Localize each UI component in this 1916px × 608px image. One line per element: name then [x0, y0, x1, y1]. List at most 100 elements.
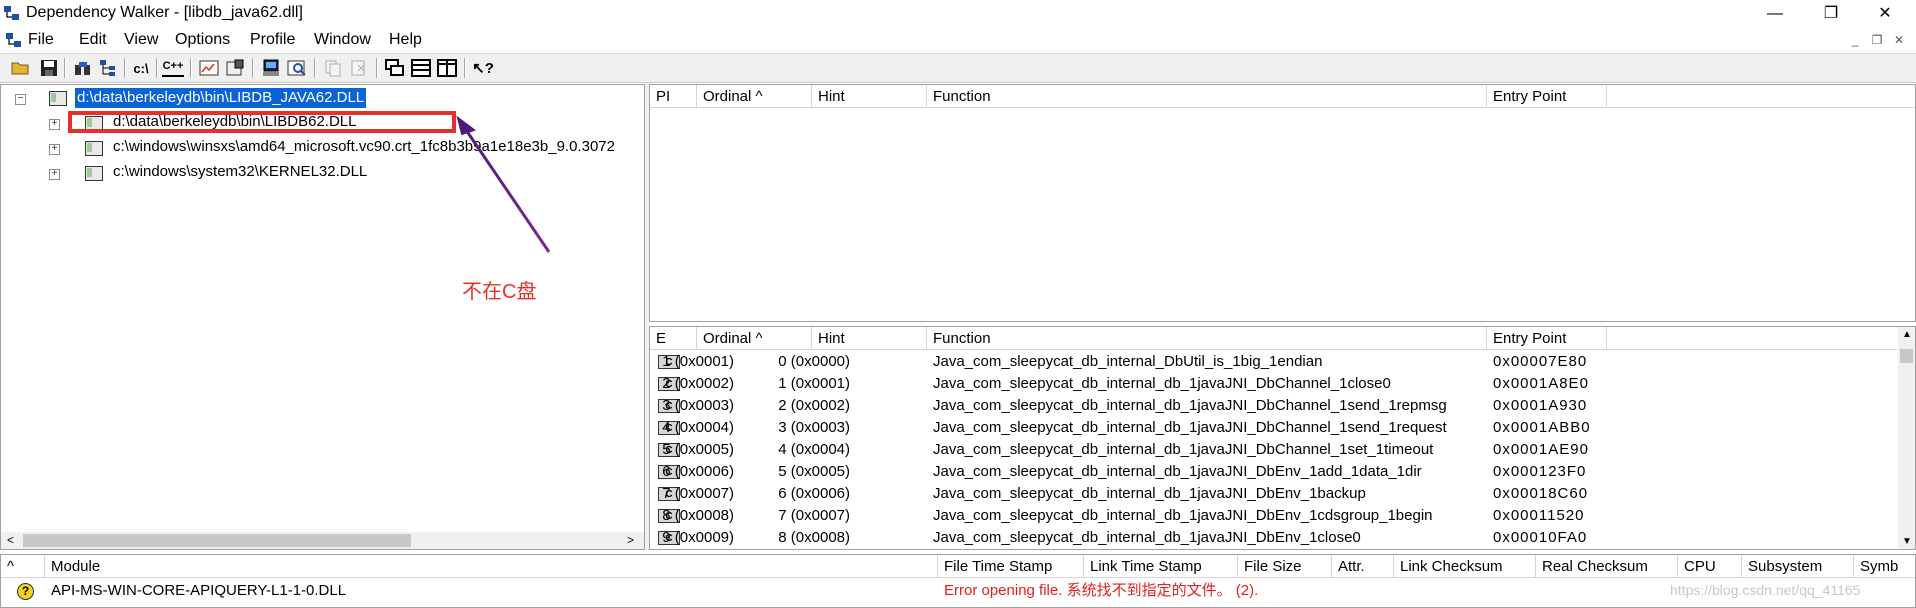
col-header-hint[interactable]: Hint	[812, 85, 927, 108]
tree-node-kernel32[interactable]: c:\windows\system32\KERNEL32.DLL	[113, 162, 367, 182]
mdi-restore-button[interactable]: ❐	[1868, 32, 1886, 48]
col-header-function[interactable]: Function	[927, 85, 1487, 108]
exports-pane[interactable]: E Ordinal ^ Hint Function Entry Point C …	[649, 326, 1916, 550]
toolbar-separator	[464, 58, 466, 78]
col-header-file-size[interactable]: File Size	[1238, 555, 1332, 578]
function-cell: Java_com_sleepycat_db_internal_db_1javaJ…	[933, 507, 1433, 524]
properties-icon[interactable]	[224, 57, 246, 79]
minimize-button[interactable]: —	[1752, 0, 1798, 27]
exports-list: C 1 (0x0001) 0 (0x0000) Java_com_sleepyc…	[650, 351, 1898, 549]
table-row[interactable]: C 4 (0x0004) 3 (0x0003) Java_com_sleepyc…	[650, 417, 1896, 439]
help-icon[interactable]: ↖?	[472, 57, 494, 79]
tree-root-node[interactable]: d:\data\berkeleydb\bin\LIBDB_JAVA62.DLL	[75, 88, 367, 108]
module-tree-pane[interactable]: − d:\data\berkeleydb\bin\LIBDB_JAVA62.DL…	[0, 84, 645, 550]
view-module-icon[interactable]	[286, 57, 308, 79]
menu-help[interactable]: Help	[389, 31, 422, 49]
expand-icon[interactable]: +	[49, 144, 60, 155]
col-header-file-time-stamp[interactable]: File Time Stamp	[938, 555, 1084, 578]
col-header-e[interactable]: E	[650, 327, 697, 350]
table-row[interactable]: C 8 (0x0008) 7 (0x0007) Java_com_sleepyc…	[650, 505, 1896, 527]
expand-icon[interactable]: +	[49, 119, 60, 130]
toolbar-separator	[314, 58, 316, 78]
hint-cell: 0 (0x0000)	[778, 353, 850, 370]
menu-edit[interactable]: Edit	[79, 31, 107, 49]
collapse-icon[interactable]: −	[15, 94, 26, 105]
restore-button[interactable]: ❐	[1808, 0, 1854, 27]
menu-file[interactable]: File	[28, 31, 54, 49]
col-header-ordinal[interactable]: Ordinal ^	[697, 85, 812, 108]
table-row[interactable]: C 1 (0x0001) 0 (0x0000) Java_com_sleepyc…	[650, 351, 1896, 373]
entry-point-cell: 0x000123F0	[1493, 463, 1587, 480]
col-header-hint[interactable]: Hint	[812, 327, 927, 350]
system-info-icon[interactable]	[260, 57, 282, 79]
scroll-up-icon[interactable]: ▲	[1902, 329, 1912, 340]
menu-profile[interactable]: Profile	[250, 31, 295, 49]
table-row[interactable]: C 3 (0x0003) 2 (0x0002) Java_com_sleepyc…	[650, 395, 1896, 417]
function-cell: Java_com_sleepycat_db_internal_db_1javaJ…	[933, 529, 1361, 546]
refresh-icon[interactable]	[348, 57, 370, 79]
table-row[interactable]: C 6 (0x0006) 5 (0x0005) Java_com_sleepyc…	[650, 461, 1896, 483]
col-header-cpu[interactable]: CPU	[1678, 555, 1742, 578]
toolbar-separator	[190, 58, 192, 78]
table-row[interactable]: C 5 (0x0005) 4 (0x0004) Java_com_sleepyc…	[650, 439, 1896, 461]
function-cell: Java_com_sleepycat_db_internal_db_1javaJ…	[933, 419, 1447, 436]
function-cell: Java_com_sleepycat_db_internal_db_1javaJ…	[933, 375, 1391, 392]
mdi-close-button[interactable]: ✕	[1890, 32, 1908, 48]
expand-icon[interactable]: +	[49, 169, 60, 180]
col-header-entry-point[interactable]: Entry Point	[1487, 327, 1607, 350]
profile-icon[interactable]	[198, 57, 220, 79]
open-icon[interactable]	[10, 57, 32, 79]
tree-horizontal-scrollbar[interactable]: < >	[1, 532, 644, 549]
col-header-module[interactable]: Module	[45, 555, 938, 578]
col-header-function[interactable]: Function	[927, 327, 1487, 350]
col-header-real-checksum[interactable]: Real Checksum	[1536, 555, 1678, 578]
save-icon[interactable]	[38, 57, 60, 79]
mdi-minimize-button[interactable]: _	[1846, 32, 1864, 48]
scroll-down-icon[interactable]: ▼	[1902, 536, 1912, 547]
tile-vertical-icon[interactable]	[436, 57, 458, 79]
table-row[interactable]: C 2 (0x0002) 1 (0x0001) Java_com_sleepyc…	[650, 373, 1896, 395]
cpp-undecorate-icon[interactable]: C++	[162, 57, 184, 77]
col-header-sort[interactable]: ^	[1, 555, 45, 578]
exports-vertical-scrollbar[interactable]: ▲ ▼	[1898, 327, 1915, 549]
function-cell: Java_com_sleepycat_db_internal_db_1javaJ…	[933, 441, 1434, 458]
dependency-walker-icon	[4, 6, 19, 20]
mdi-child-icon[interactable]	[6, 33, 22, 47]
hint-cell: 4 (0x0004)	[778, 441, 850, 458]
cascade-icon[interactable]	[384, 57, 406, 79]
module-tree-icon[interactable]	[98, 57, 120, 79]
find-icon[interactable]	[72, 57, 94, 79]
hint-cell: 2 (0x0002)	[778, 397, 850, 414]
table-row[interactable]: C 9 (0x0009) 8 (0x0008) Java_com_sleepyc…	[650, 527, 1896, 549]
entry-point-cell: 0x00011520	[1493, 507, 1585, 524]
parent-imports-pane[interactable]: PI Ordinal ^ Hint Function Entry Point	[649, 84, 1916, 322]
col-header-attr[interactable]: Attr.	[1332, 555, 1394, 578]
col-header-ordinal[interactable]: Ordinal ^	[697, 327, 812, 350]
col-header-symbols[interactable]: Symb	[1854, 555, 1915, 578]
col-header-pi[interactable]: PI	[650, 85, 697, 108]
col-header-link-time-stamp[interactable]: Link Time Stamp	[1084, 555, 1238, 578]
menu-options[interactable]: Options	[175, 31, 230, 49]
menu-window[interactable]: Window	[314, 31, 371, 49]
scroll-right-icon[interactable]: >	[627, 532, 634, 549]
copy-icon[interactable]	[322, 57, 344, 79]
module-list-pane[interactable]: ^ Module File Time Stamp Link Time Stamp…	[0, 554, 1916, 608]
tree-node-msvcrt[interactable]: c:\windows\winsxs\amd64_microsoft.vc90.c…	[113, 137, 643, 157]
ordinal-cell: 7 (0x0007)	[662, 485, 734, 502]
tile-horizontal-icon[interactable]	[410, 57, 432, 79]
table-row[interactable]: ? API-MS-WIN-CORE-APIQUERY-L1-1-0.DLL Er…	[1, 580, 1915, 602]
scroll-left-icon[interactable]: <	[7, 532, 14, 549]
c-path-icon[interactable]: c:\	[130, 57, 152, 79]
scroll-thumb[interactable]	[1900, 349, 1913, 363]
col-header-subsystem[interactable]: Subsystem	[1742, 555, 1854, 578]
ordinal-cell: 9 (0x0009)	[662, 529, 734, 546]
col-header-entry-point[interactable]: Entry Point	[1487, 85, 1607, 108]
table-row[interactable]: C 7 (0x0007) 6 (0x0006) Java_com_sleepyc…	[650, 483, 1896, 505]
function-cell: Java_com_sleepycat_db_internal_DbUtil_is…	[933, 353, 1323, 370]
hint-cell: 7 (0x0007)	[778, 507, 850, 524]
col-header-link-checksum[interactable]: Link Checksum	[1394, 555, 1536, 578]
scroll-thumb[interactable]	[23, 534, 411, 547]
entry-point-cell: 0x00018C60	[1493, 485, 1589, 502]
close-button[interactable]: ✕	[1862, 0, 1908, 27]
menu-view[interactable]: View	[124, 31, 158, 49]
